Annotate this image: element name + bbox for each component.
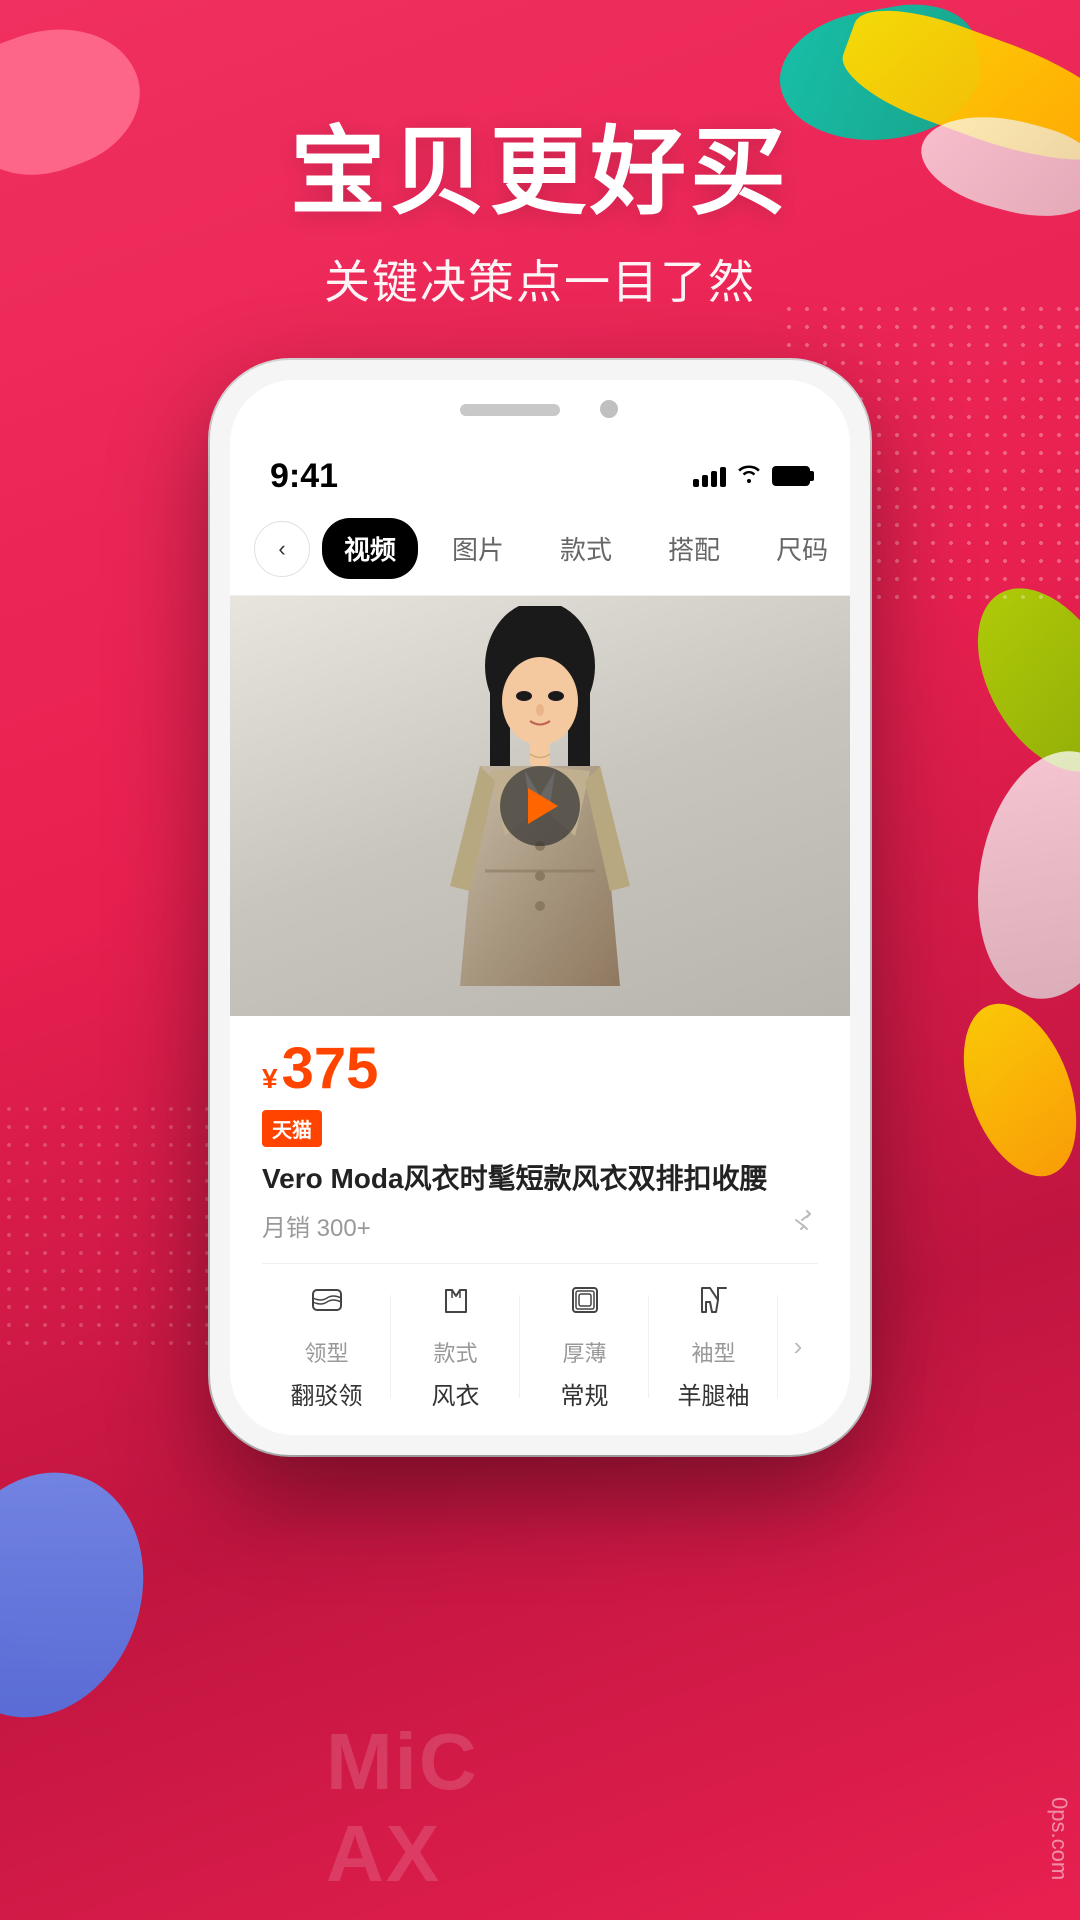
tab-video[interactable]: 视频 bbox=[322, 518, 418, 579]
collar-label: 领型 bbox=[304, 1336, 348, 1368]
feature-sleeve: 袖型 羊腿袖 bbox=[649, 1282, 778, 1411]
sleeve-label: 袖型 bbox=[691, 1336, 735, 1368]
status-icons bbox=[693, 463, 810, 489]
tab-match[interactable]: 搭配 bbox=[646, 518, 742, 579]
share-icon[interactable] bbox=[790, 1208, 818, 1243]
thickness-value: 常规 bbox=[561, 1376, 609, 1411]
signal-icon bbox=[693, 465, 726, 487]
back-button[interactable]: ‹ bbox=[254, 521, 310, 577]
signal-bar-4 bbox=[720, 467, 726, 487]
thickness-icon bbox=[567, 1282, 603, 1328]
signal-bar-1 bbox=[693, 479, 699, 487]
feature-style: 款式 风衣 bbox=[391, 1282, 520, 1411]
tab-size[interactable]: 尺码 bbox=[754, 518, 850, 579]
play-icon bbox=[528, 788, 558, 824]
collar-icon bbox=[309, 1282, 345, 1328]
signal-bar-3 bbox=[711, 471, 717, 487]
sleeve-icon bbox=[696, 1282, 732, 1328]
status-bar: 9:41 bbox=[230, 450, 850, 502]
sub-title: 关键决策点一目了然 bbox=[0, 246, 1080, 312]
phone-mockup: 9:41 bbox=[210, 360, 870, 1455]
thickness-label: 厚薄 bbox=[562, 1336, 606, 1368]
main-title: 宝贝更好买 bbox=[0, 120, 1080, 226]
feature-collar: 领型 翻驳领 bbox=[262, 1282, 391, 1411]
speaker-grill bbox=[460, 404, 560, 416]
features-row: 领型 翻驳领 款式 风衣 bbox=[262, 1263, 818, 1411]
product-nav-tabs: ‹ 视频 图片 款式 搭配 尺码 ··· bbox=[230, 502, 850, 596]
sleeve-value: 羊腿袖 bbox=[678, 1376, 750, 1411]
collar-value: 翻驳领 bbox=[291, 1376, 363, 1411]
play-button[interactable] bbox=[500, 766, 580, 846]
battery-icon bbox=[772, 466, 810, 486]
phone-screen: 9:41 bbox=[230, 380, 850, 1435]
decorative-blob-blue-left bbox=[0, 1443, 177, 1746]
status-time: 9:41 bbox=[270, 457, 338, 496]
product-image-area bbox=[230, 596, 850, 1016]
price-row: ¥ 375 bbox=[262, 1040, 818, 1098]
wifi-icon bbox=[738, 463, 760, 489]
tab-style[interactable]: 款式 bbox=[538, 518, 634, 579]
product-title-row: 天猫 Vero Moda风衣时髦短款风衣双排扣收腰 bbox=[262, 1110, 818, 1198]
price-value: 375 bbox=[282, 1040, 379, 1098]
phone-notch bbox=[230, 380, 850, 450]
product-info: ¥ 375 天猫 Vero Moda风衣时髦短款风衣双排扣收腰 月销 300+ bbox=[230, 1016, 850, 1435]
sales-share-row: 月销 300+ bbox=[262, 1208, 818, 1243]
phone-outer-shell: 9:41 bbox=[210, 360, 870, 1455]
decorative-blob-white-right bbox=[959, 739, 1080, 1011]
tab-photo[interactable]: 图片 bbox=[430, 518, 526, 579]
price-symbol: ¥ bbox=[262, 1063, 278, 1095]
mic-ax-text: MiC AX bbox=[326, 1716, 503, 1900]
watermark: 0ps.com bbox=[1046, 1797, 1080, 1880]
monthly-sales: 月销 300+ bbox=[262, 1208, 371, 1243]
feature-thickness: 厚薄 常规 bbox=[520, 1282, 649, 1411]
product-title: Vero Moda风衣时髦短款风衣双排扣收腰 bbox=[262, 1159, 768, 1198]
heading-section: 宝贝更好买 关键决策点一目了然 bbox=[0, 120, 1080, 312]
signal-bar-2 bbox=[702, 475, 708, 487]
style-icon bbox=[438, 1282, 474, 1328]
features-arrow[interactable]: › bbox=[778, 1331, 818, 1362]
tmall-badge: 天猫 bbox=[262, 1110, 322, 1147]
style-label: 款式 bbox=[433, 1336, 477, 1368]
style-value: 风衣 bbox=[432, 1376, 480, 1411]
front-camera bbox=[600, 400, 618, 418]
decorative-blob-yellow-right bbox=[942, 988, 1080, 1191]
